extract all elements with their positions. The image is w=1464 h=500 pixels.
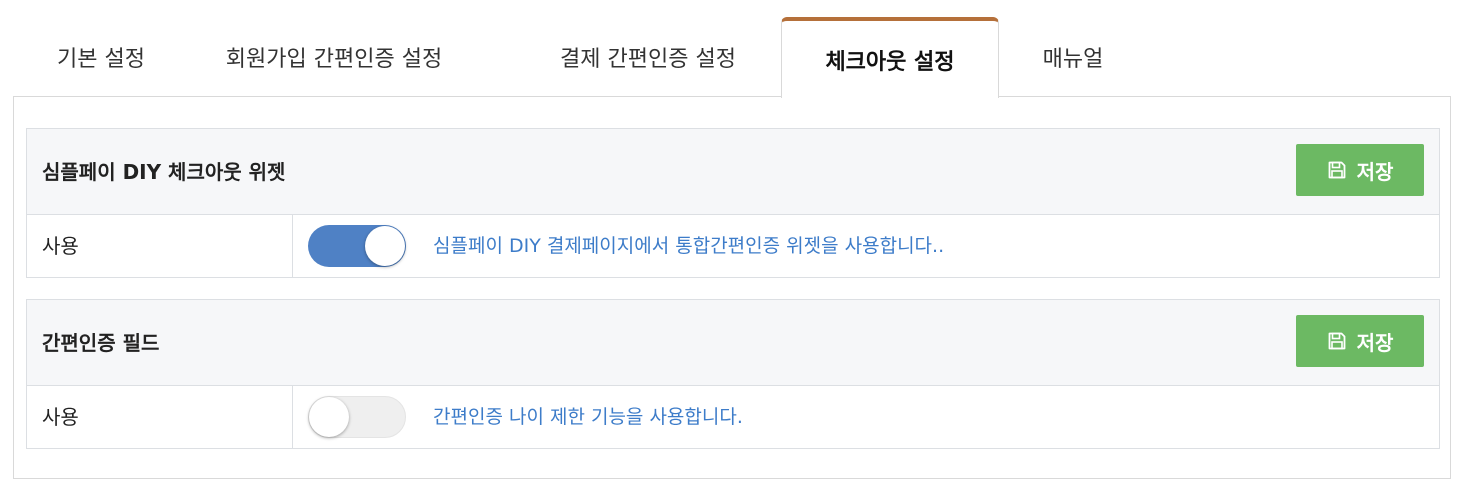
toggle-knob: [309, 397, 349, 437]
floppy-disk-icon: [1327, 331, 1347, 351]
use-setting-row: 사용 심플페이 DIY 결제페이지에서 통합간편인증 위젯을 사용합니다..: [27, 215, 1439, 277]
floppy-disk-icon: [1327, 160, 1347, 180]
tab-signup-auth-settings[interactable]: 회원가입 간편인증 설정: [189, 17, 479, 97]
save-button[interactable]: 저장: [1296, 315, 1424, 367]
tab-manual[interactable]: 매뉴얼: [1013, 17, 1133, 97]
row-label: 사용: [27, 386, 293, 448]
section-header: 심플페이 DIY 체크아웃 위젯 저장: [27, 129, 1439, 215]
row-label: 사용: [27, 215, 293, 277]
save-button-label: 저장: [1356, 332, 1394, 355]
section-header: 간편인증 필드 저장: [27, 300, 1439, 386]
section-title: 간편인증 필드: [42, 331, 160, 355]
use-toggle[interactable]: [308, 225, 406, 267]
row-description: 간편인증 나이 제한 기능을 사용합니다.: [433, 406, 743, 428]
use-toggle[interactable]: [308, 396, 406, 438]
tab-basic-settings[interactable]: 기본 설정: [13, 17, 189, 97]
save-button-label: 저장: [1356, 161, 1394, 184]
save-button[interactable]: 저장: [1296, 144, 1424, 196]
diy-checkout-widget-section: 심플페이 DIY 체크아웃 위젯 저장 사용 심플페이 DIY 결제페이지에서 …: [26, 128, 1440, 278]
section-title: 심플페이 DIY 체크아웃 위젯: [42, 160, 286, 184]
row-description: 심플페이 DIY 결제페이지에서 통합간편인증 위젯을 사용합니다..: [433, 235, 945, 257]
easy-auth-field-section: 간편인증 필드 저장 사용 간편인증 나이 제한 기능을 사용합니다.: [26, 299, 1440, 449]
settings-panel: 심플페이 DIY 체크아웃 위젯 저장 사용 심플페이 DIY 결제페이지에서 …: [13, 96, 1451, 479]
tab-bar: 기본 설정 회원가입 간편인증 설정 결제 간편인증 설정 체크아웃 설정 매뉴…: [13, 17, 1451, 98]
tab-payment-auth-settings[interactable]: 결제 간편인증 설정: [513, 17, 783, 97]
toggle-knob: [365, 226, 405, 266]
tab-checkout-settings[interactable]: 체크아웃 설정: [781, 17, 999, 98]
use-setting-row: 사용 간편인증 나이 제한 기능을 사용합니다.: [27, 386, 1439, 448]
